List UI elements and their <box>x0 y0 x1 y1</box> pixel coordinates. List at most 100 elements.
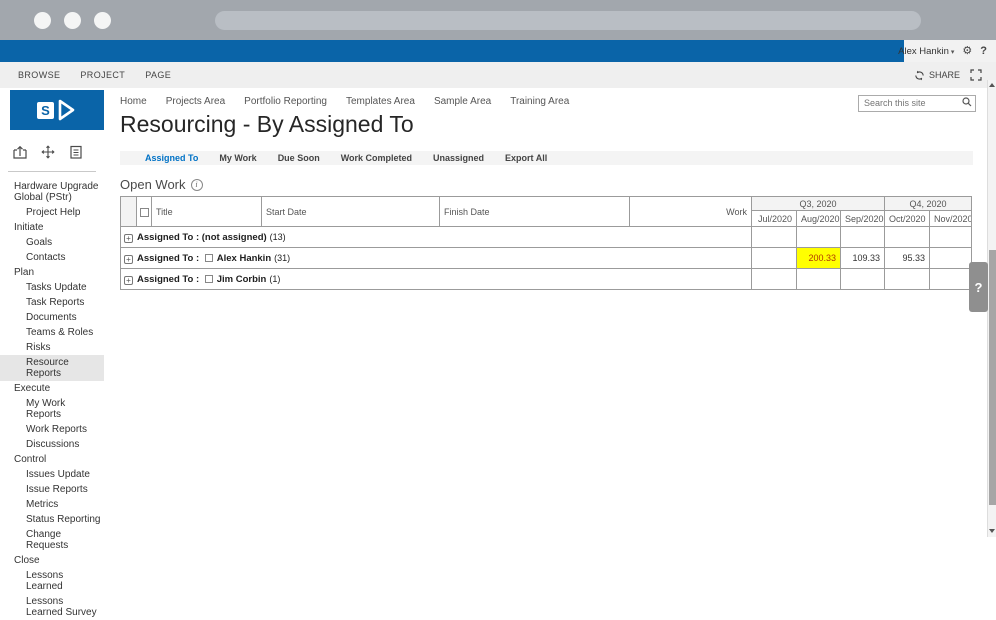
window-maximize-button[interactable] <box>94 12 111 29</box>
user-name: Alex Hankin <box>898 46 949 57</box>
sidebar-divider <box>8 171 96 172</box>
view-tab-unassigned[interactable]: Unassigned <box>433 153 484 163</box>
work-value-cell-highlighted: 200.33 <box>797 248 841 269</box>
sidebar-item[interactable]: Hardware Upgrade Global (PStr) <box>0 179 104 205</box>
info-icon[interactable]: i <box>191 179 203 191</box>
view-tab-my-work[interactable]: My Work <box>219 153 256 163</box>
column-header-finish-date[interactable]: Finish Date <box>440 197 630 227</box>
item-count: (31) <box>274 253 290 263</box>
sidebar-item[interactable]: Tasks Update <box>0 280 104 295</box>
notebook-icon[interactable] <box>68 144 84 160</box>
sidebar-item[interactable]: Control <box>0 452 104 467</box>
month-header[interactable]: Nov/2020 <box>930 211 972 227</box>
row-checkbox[interactable] <box>205 275 213 283</box>
sidebar-item[interactable]: Task Reports <box>0 295 104 310</box>
expand-icon[interactable]: + <box>124 234 133 243</box>
section-title: Open Work <box>120 177 186 192</box>
vertical-scrollbar[interactable] <box>987 80 996 537</box>
share-button[interactable]: SHARE <box>914 70 960 81</box>
sidebar-item[interactable]: Discussions <box>0 437 104 452</box>
window-controls <box>34 12 111 29</box>
expand-icon[interactable]: + <box>124 255 133 264</box>
month-header[interactable]: Jul/2020 <box>752 211 797 227</box>
window-close-button[interactable] <box>34 12 51 29</box>
top-nav-link[interactable]: Home <box>120 96 147 107</box>
sidebar-item[interactable]: Status Reporting <box>0 512 104 527</box>
scrollbar-thumb[interactable] <box>989 250 996 505</box>
scrollbar-up-icon[interactable] <box>989 83 995 87</box>
sidebar-item[interactable]: Goals <box>0 235 104 250</box>
expand-icon[interactable]: + <box>124 276 133 285</box>
sidebar-item[interactable]: Resource Reports <box>0 355 104 381</box>
view-tab-assigned-to[interactable]: Assigned To <box>145 153 198 163</box>
view-tab-due-soon[interactable]: Due Soon <box>278 153 320 163</box>
ribbon-tab-project[interactable]: PROJECT <box>80 70 125 80</box>
month-header[interactable]: Oct/2020 <box>885 211 930 227</box>
sidebar-item[interactable]: Initiate <box>0 220 104 235</box>
ribbon-tabs: BROWSE PROJECT PAGE <box>18 70 171 80</box>
assignee-name[interactable]: (not assigned) <box>202 232 267 243</box>
sidebar-item[interactable]: Lessons Learned <box>0 568 104 594</box>
help-icon[interactable]: ? <box>980 45 987 57</box>
sidebar-item[interactable]: Issue Reports <box>0 482 104 497</box>
top-nav-link[interactable]: Projects Area <box>166 96 225 107</box>
address-bar[interactable] <box>215 11 921 30</box>
suite-bar: Alex Hankin▾ ⚙ ? <box>0 40 996 62</box>
sidebar-item[interactable]: Change Requests <box>0 527 104 553</box>
view-tab-export-all[interactable]: Export All <box>505 153 547 163</box>
assignee-name[interactable]: Jim Corbin <box>217 274 267 285</box>
promote-icon[interactable] <box>12 144 28 160</box>
sharepoint-logo[interactable]: S <box>10 90 104 130</box>
help-tab[interactable]: ? <box>969 262 988 312</box>
sharepoint-logo-letter: S <box>37 102 54 119</box>
sidebar-item[interactable]: Close <box>0 553 104 568</box>
month-header[interactable]: Aug/2020 <box>797 211 841 227</box>
search-input[interactable] <box>858 95 976 112</box>
sidebar-item[interactable]: Plan <box>0 265 104 280</box>
share-label: SHARE <box>929 70 960 80</box>
sidebar-item[interactable]: Project Help <box>0 205 104 220</box>
column-header-start-date[interactable]: Start Date <box>262 197 440 227</box>
sidebar-item[interactable]: My Work Reports <box>0 396 104 422</box>
top-nav-link[interactable]: Training Area <box>510 96 569 107</box>
scrollbar-down-icon[interactable] <box>989 529 995 533</box>
select-all-header <box>137 197 152 227</box>
month-header[interactable]: Sep/2020 <box>841 211 885 227</box>
sidebar-item[interactable]: Documents <box>0 310 104 325</box>
section-header: Open Work i <box>120 177 996 192</box>
ribbon-tab-browse[interactable]: BROWSE <box>18 70 60 80</box>
focus-content-icon[interactable] <box>970 69 982 81</box>
top-nav-link[interactable]: Portfolio Reporting <box>244 96 327 107</box>
user-menu[interactable]: Alex Hankin▾ <box>898 46 954 57</box>
work-value-cell <box>930 269 972 290</box>
sidebar-item[interactable]: Teams & Roles <box>0 325 104 340</box>
select-all-checkbox[interactable] <box>140 208 149 217</box>
ribbon-tab-page[interactable]: PAGE <box>145 70 171 80</box>
group-prefix: Assigned To : <box>137 274 202 285</box>
view-tab-work-completed[interactable]: Work Completed <box>341 153 412 163</box>
sidebar-icon-row <box>12 144 104 160</box>
gear-icon[interactable]: ⚙ <box>962 46 972 57</box>
window-minimize-button[interactable] <box>64 12 81 29</box>
table-row: +Assigned To : (not assigned)(13) <box>121 227 972 248</box>
sidebar-item[interactable]: Execute <box>0 381 104 396</box>
top-nav-link[interactable]: Sample Area <box>434 96 491 107</box>
sidebar-item[interactable]: Contacts <box>0 250 104 265</box>
header-row-quarters: TitleStart DateFinish DateWorkQ3, 2020Q4… <box>121 197 972 211</box>
view-tabs: Assigned To My Work Due Soon Work Completed… <box>120 151 973 165</box>
quarter-header: Q3, 2020 <box>752 197 885 211</box>
sidebar-item[interactable]: Risks <box>0 340 104 355</box>
sidebar-item[interactable]: Issues Update <box>0 467 104 482</box>
sidebar-item[interactable]: Work Reports <box>0 422 104 437</box>
row-checkbox[interactable] <box>205 254 213 262</box>
move-icon[interactable] <box>40 144 56 160</box>
search-icon[interactable] <box>962 97 972 107</box>
column-header-work[interactable]: Work <box>630 197 752 227</box>
work-value-cell <box>752 227 797 248</box>
sidebar-item[interactable]: Metrics <box>0 497 104 512</box>
column-header-title[interactable]: Title <box>152 197 262 227</box>
assignee-name[interactable]: Alex Hankin <box>217 253 271 264</box>
sidebar-item[interactable]: Lessons Learned Survey <box>0 594 104 620</box>
suite-bar-blue <box>0 40 904 62</box>
top-nav-link[interactable]: Templates Area <box>346 96 415 107</box>
